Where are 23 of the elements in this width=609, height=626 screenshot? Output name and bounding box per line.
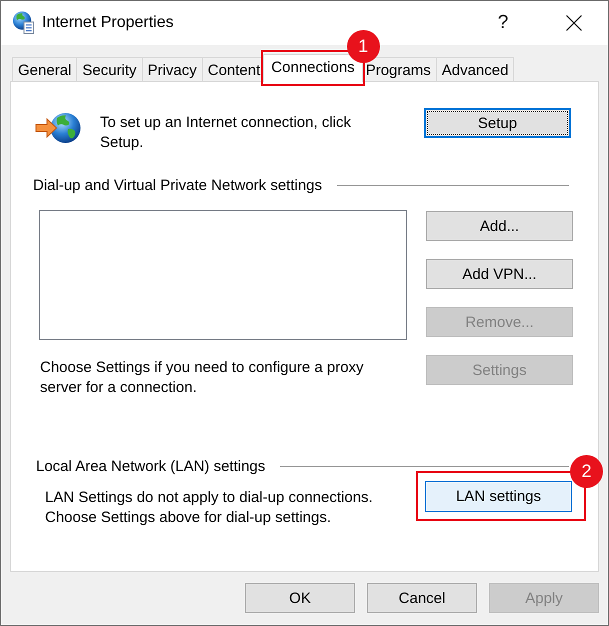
security-tab[interactable]: Security [76, 57, 143, 81]
help-button[interactable]: ? [488, 8, 518, 38]
setup-instructions: To set up an Internet connection, click Setup. [100, 113, 351, 152]
globe-with-arrow-icon [35, 112, 81, 144]
add-button[interactable]: Add... [426, 211, 573, 241]
proxy-hint-text: Choose Settings if you need to configure a proxy server for a connection. [40, 358, 365, 397]
step-number-badge: 2 [570, 455, 603, 488]
close-icon [566, 15, 582, 31]
lan-settings-button[interactable]: LAN settings [425, 481, 572, 512]
advanced-tab[interactable]: Advanced [436, 57, 514, 81]
section-heading: Dial-up and Virtual Private Network settings [33, 176, 322, 194]
add-vpn-button[interactable]: Add VPN... [426, 259, 573, 289]
cancel-button[interactable]: Cancel [367, 583, 477, 613]
connections-tab[interactable]: Connections [263, 54, 363, 82]
general-tab[interactable]: General [12, 57, 78, 81]
ok-button[interactable]: OK [245, 583, 355, 613]
lan-hint-text: LAN Settings do not apply to dial-up connections. Choose Settings above for dial-up settings. [45, 488, 373, 527]
connection-list[interactable] [39, 210, 407, 340]
section-heading: Local Area Network (LAN) settings [36, 458, 266, 474]
setup-button[interactable]: Setup [424, 108, 571, 138]
privacy-tab[interactable]: Privacy [142, 57, 203, 81]
globe-document-icon [12, 10, 35, 34]
window-title: Internet Properties [42, 14, 174, 32]
